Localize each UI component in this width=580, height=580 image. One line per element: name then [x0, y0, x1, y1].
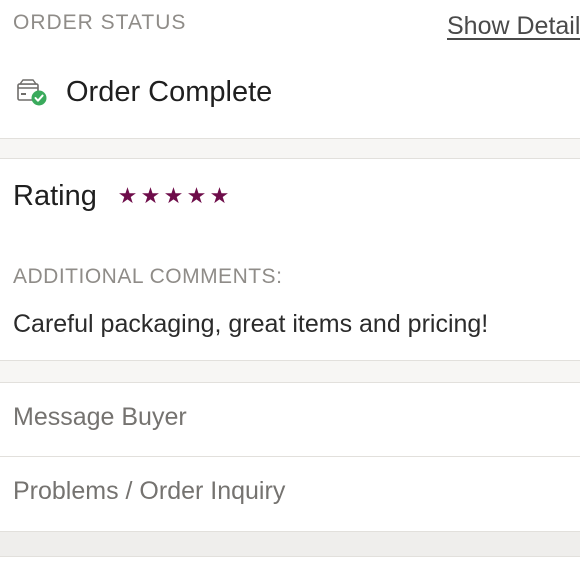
section-divider [0, 360, 580, 383]
message-buyer-button[interactable]: Message Buyer [0, 383, 580, 457]
star-icon: ★ [117, 183, 138, 208]
star-icon: ★ [186, 183, 207, 208]
star-icon: ★ [209, 183, 230, 208]
additional-comments-label: ADDITIONAL COMMENTS: [13, 265, 283, 288]
box-check-icon [17, 79, 47, 106]
star-icon: ★ [140, 183, 161, 208]
order-status-text: Order Complete [66, 76, 273, 108]
order-status-section: ORDER STATUS Show Details Order Complete [0, 0, 580, 138]
problems-order-inquiry-button[interactable]: Problems / Order Inquiry [0, 457, 580, 531]
problems-order-inquiry-label: Problems / Order Inquiry [13, 477, 286, 505]
section-divider [0, 138, 580, 159]
rating-label: Rating [13, 180, 97, 212]
message-buyer-label: Message Buyer [13, 403, 187, 431]
section-divider [0, 531, 580, 557]
show-details-link[interactable]: Show Details [447, 12, 580, 41]
rating-section: Rating ★ ★ ★ ★ ★ ADDITIONAL COMMENTS: Ca… [0, 159, 580, 360]
star-icon: ★ [163, 183, 184, 208]
bottom-area [0, 557, 580, 580]
order-status-title: ORDER STATUS [13, 11, 187, 34]
additional-comments-text: Careful packaging, great items and prici… [13, 310, 489, 338]
star-rating: ★ ★ ★ ★ ★ [116, 182, 231, 210]
